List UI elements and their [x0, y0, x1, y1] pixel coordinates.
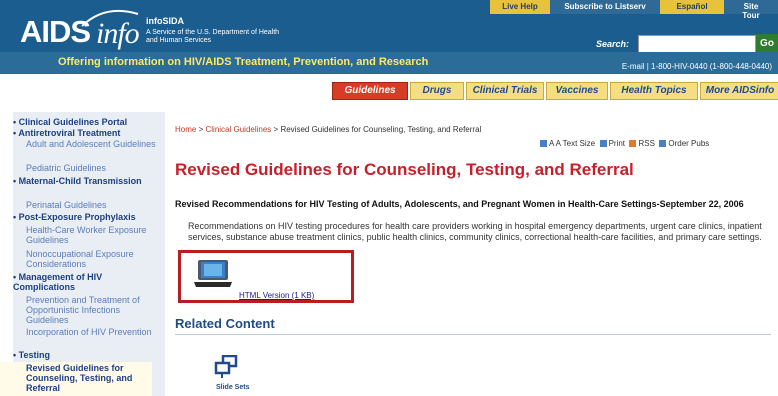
html-version-highlight — [178, 250, 354, 303]
page-title: Revised Guidelines for Counseling, Testi… — [175, 160, 634, 179]
page-utilities: A A Text Size Print RSS Order Pubs — [540, 139, 709, 148]
document-heading: Revised Recommendations for HIV Testing … — [175, 199, 744, 209]
sidebar-item-testing[interactable]: • Testing — [13, 350, 163, 360]
live-help-link[interactable]: Live Help — [490, 0, 550, 14]
sidebar-item-clinical-guidelines-portal[interactable]: • Clinical Guidelines Portal — [13, 117, 163, 127]
sidebar-item-pediatric[interactable]: Pediatric Guidelines — [26, 163, 156, 173]
text-size-icon — [540, 140, 547, 147]
espanol-link[interactable]: Español — [660, 0, 724, 14]
tab-health-topics[interactable]: Health Topics — [610, 82, 698, 100]
order-pubs-link[interactable]: Order Pubs — [659, 139, 709, 148]
rss-icon — [629, 140, 637, 147]
tab-clinical-trials[interactable]: Clinical Trials — [466, 82, 544, 100]
sidebar-item-maternal-child[interactable]: • Maternal-Child Transmission — [13, 176, 163, 186]
print-link[interactable]: Print — [599, 139, 625, 148]
breadcrumb-section[interactable]: Clinical Guidelines — [205, 125, 271, 134]
breadcrumb-home[interactable]: Home — [175, 125, 196, 134]
rss-link[interactable]: RSS — [629, 139, 655, 148]
print-icon — [599, 140, 607, 147]
tab-more-aidsinfo[interactable]: More AIDSinfo — [700, 82, 778, 100]
logo-tagline: A Service of the U.S. Department of Heal… — [146, 29, 280, 44]
search-go-button[interactable]: Go — [756, 34, 778, 52]
top-links: Live Help Subscribe to Listserv Español … — [490, 0, 778, 20]
sidebar-item-adult-adolescent[interactable]: Adult and Adolescent Guidelines — [26, 139, 156, 149]
sidebar-item-management-hiv[interactable]: • Management of HIV Complications — [13, 272, 163, 292]
related-content-heading: Related Content — [175, 316, 275, 331]
logo-infosida[interactable]: infoSIDA — [146, 16, 184, 26]
logo-aids[interactable]: AIDS — [20, 14, 91, 50]
site-tour-link[interactable]: Site Tour — [724, 0, 778, 20]
order-pubs-icon — [659, 140, 667, 147]
tab-drugs[interactable]: Drugs — [410, 82, 464, 100]
search-label: Search: — [596, 39, 630, 49]
related-divider — [175, 334, 771, 335]
sidebar-item-antiretroviral-treatment[interactable]: • Antiretroviral Treatment — [13, 128, 163, 138]
contact-line[interactable]: E-mail | 1-800-HIV-0440 (1-800-448-0440) — [622, 62, 772, 71]
subscribe-link[interactable]: Subscribe to Listserv — [550, 0, 660, 14]
slide-sets-icon[interactable] — [214, 355, 238, 379]
breadcrumb: Home > Clinical Guidelines > Revised Gui… — [175, 125, 482, 134]
search-input[interactable] — [638, 35, 756, 53]
text-size-control[interactable]: A A Text Size — [540, 139, 595, 148]
sidebar-item-incorporation[interactable]: Incorporation of HIV Prevention — [26, 327, 156, 337]
offering-text: Offering information on HIV/AIDS Treatme… — [58, 56, 429, 68]
breadcrumb-current: Revised Guidelines for Counseling, Testi… — [280, 125, 482, 134]
tab-guidelines[interactable]: Guidelines — [332, 82, 408, 100]
tab-vaccines[interactable]: Vaccines — [546, 82, 608, 100]
logo-info[interactable]: info — [96, 17, 140, 51]
sidebar-item-revised-guidelines[interactable]: Revised Guidelines for Counseling, Testi… — [26, 363, 162, 393]
sidebar-item-opportunistic-infections[interactable]: Prevention and Treatment of Opportunisti… — [26, 295, 164, 325]
site-header: AIDS info infoSIDA A Service of the U.S.… — [0, 0, 778, 74]
sidebar-item-health-care-worker[interactable]: Health-Care Worker Exposure Guidelines — [26, 225, 156, 245]
sidebar-item-post-exposure[interactable]: • Post-Exposure Prophylaxis — [13, 212, 165, 222]
document-summary: Recommendations on HIV testing procedure… — [188, 221, 762, 242]
slide-sets-label[interactable]: Slide Sets — [216, 384, 249, 391]
sidebar-item-perinatal[interactable]: Perinatal Guidelines — [26, 200, 156, 210]
sidebar-item-nonoccupational[interactable]: Nonoccupational Exposure Considerations — [26, 249, 162, 269]
